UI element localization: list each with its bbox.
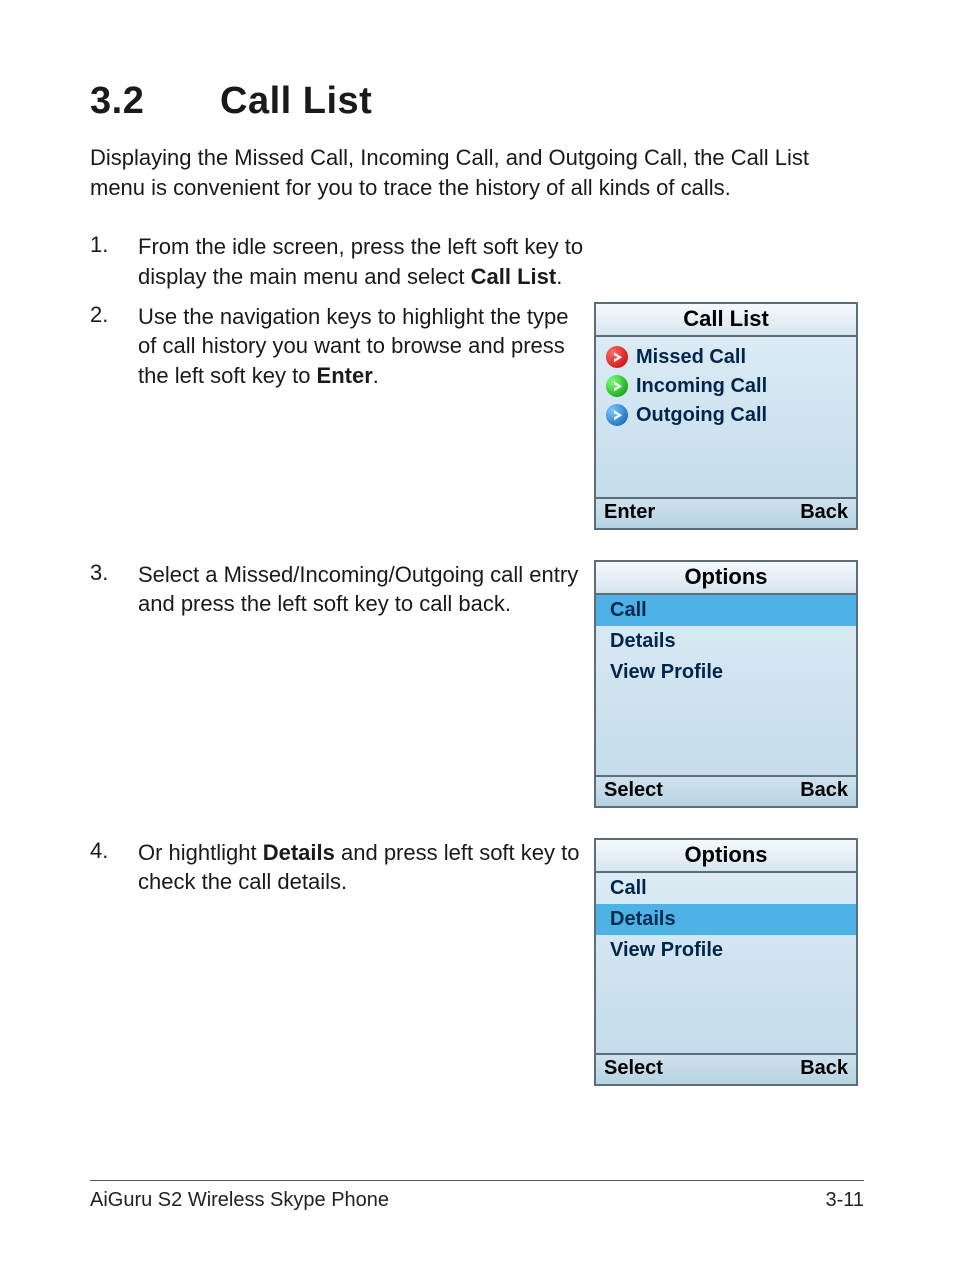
phone-screen-options-call: Options Call Details View Profile Select… [594,560,858,808]
text-bold: Call List [471,264,557,289]
step-4: 4. Or hightlight Details and press left … [90,838,864,1086]
section-number: 3.2 [90,80,220,123]
phone-body: Call Details View Profile [596,595,856,775]
text-bold: Enter [317,363,373,388]
screenshot-col: Options Call Details View Profile Select… [594,560,864,808]
phone-titlebar: Call List [596,304,856,337]
step-text: Select a Missed/Incoming/Outgoing call e… [138,560,594,619]
menu-item-incoming-call[interactable]: Incoming Call [596,372,856,401]
step-number: 3. [90,560,138,586]
softkey-bar: Select Back [596,775,856,806]
step-number: 2. [90,302,138,328]
section-heading: 3.2Call List [90,80,864,123]
step-text: From the idle screen, press the left sof… [138,232,864,291]
footer-product-name: AiGuru S2 Wireless Skype Phone [90,1189,389,1212]
footer-page-number: 3-11 [825,1189,864,1212]
screenshot-col: Call List Missed Call Incoming Call Outg… [594,302,864,530]
option-item-call[interactable]: Call [596,595,856,626]
step-text: Use the navigation keys to highlight the… [138,302,594,391]
phone-screen-options-details: Options Call Details View Profile Select… [594,838,858,1086]
page-footer: AiGuru S2 Wireless Skype Phone 3-11 [90,1180,864,1212]
softkey-bar: Select Back [596,1053,856,1084]
manual-page: 3.2Call List Displaying the Missed Call,… [0,0,954,1272]
outgoing-call-icon [606,404,628,426]
text-run: Select a Missed/Incoming/Outgoing call e… [138,562,578,617]
menu-item-missed-call[interactable]: Missed Call [596,343,856,372]
softkey-bar: Enter Back [596,497,856,528]
left-softkey-select[interactable]: Select [604,779,663,802]
menu-item-label: Incoming Call [636,375,767,398]
right-softkey-back[interactable]: Back [800,779,848,802]
step-text: Or hightlight Details and press left sof… [138,838,594,897]
step-number: 1. [90,232,138,258]
right-softkey-back[interactable]: Back [800,1057,848,1080]
screenshot-col: Options Call Details View Profile Select… [594,838,864,1086]
option-item-call[interactable]: Call [596,873,856,904]
option-item-view-profile[interactable]: View Profile [596,657,856,688]
incoming-call-icon [606,375,628,397]
phone-titlebar: Options [596,840,856,873]
phone-titlebar: Options [596,562,856,595]
step-1: 1. From the idle screen, press the left … [90,232,864,291]
step-number: 4. [90,838,138,864]
text-run: Or hightlight [138,840,263,865]
option-item-view-profile[interactable]: View Profile [596,935,856,966]
intro-paragraph: Displaying the Missed Call, Incoming Cal… [90,143,864,202]
left-softkey-select[interactable]: Select [604,1057,663,1080]
missed-call-icon [606,346,628,368]
phone-body: Missed Call Incoming Call Outgoing Call [596,337,856,497]
phone-screen-call-list: Call List Missed Call Incoming Call Outg… [594,302,858,530]
menu-item-label: Missed Call [636,346,746,369]
text-run: . [556,264,562,289]
step-2: 2. Use the navigation keys to highlight … [90,302,864,530]
right-softkey-back[interactable]: Back [800,501,848,524]
phone-body: Call Details View Profile [596,873,856,1053]
option-item-details[interactable]: Details [596,904,856,935]
text-run: . [373,363,379,388]
left-softkey-enter[interactable]: Enter [604,501,655,524]
section-title: Call List [220,80,372,122]
option-item-details[interactable]: Details [596,626,856,657]
text-bold: Details [263,840,335,865]
step-3: 3. Select a Missed/Incoming/Outgoing cal… [90,560,864,808]
menu-item-outgoing-call[interactable]: Outgoing Call [596,401,856,430]
menu-item-label: Outgoing Call [636,404,767,427]
